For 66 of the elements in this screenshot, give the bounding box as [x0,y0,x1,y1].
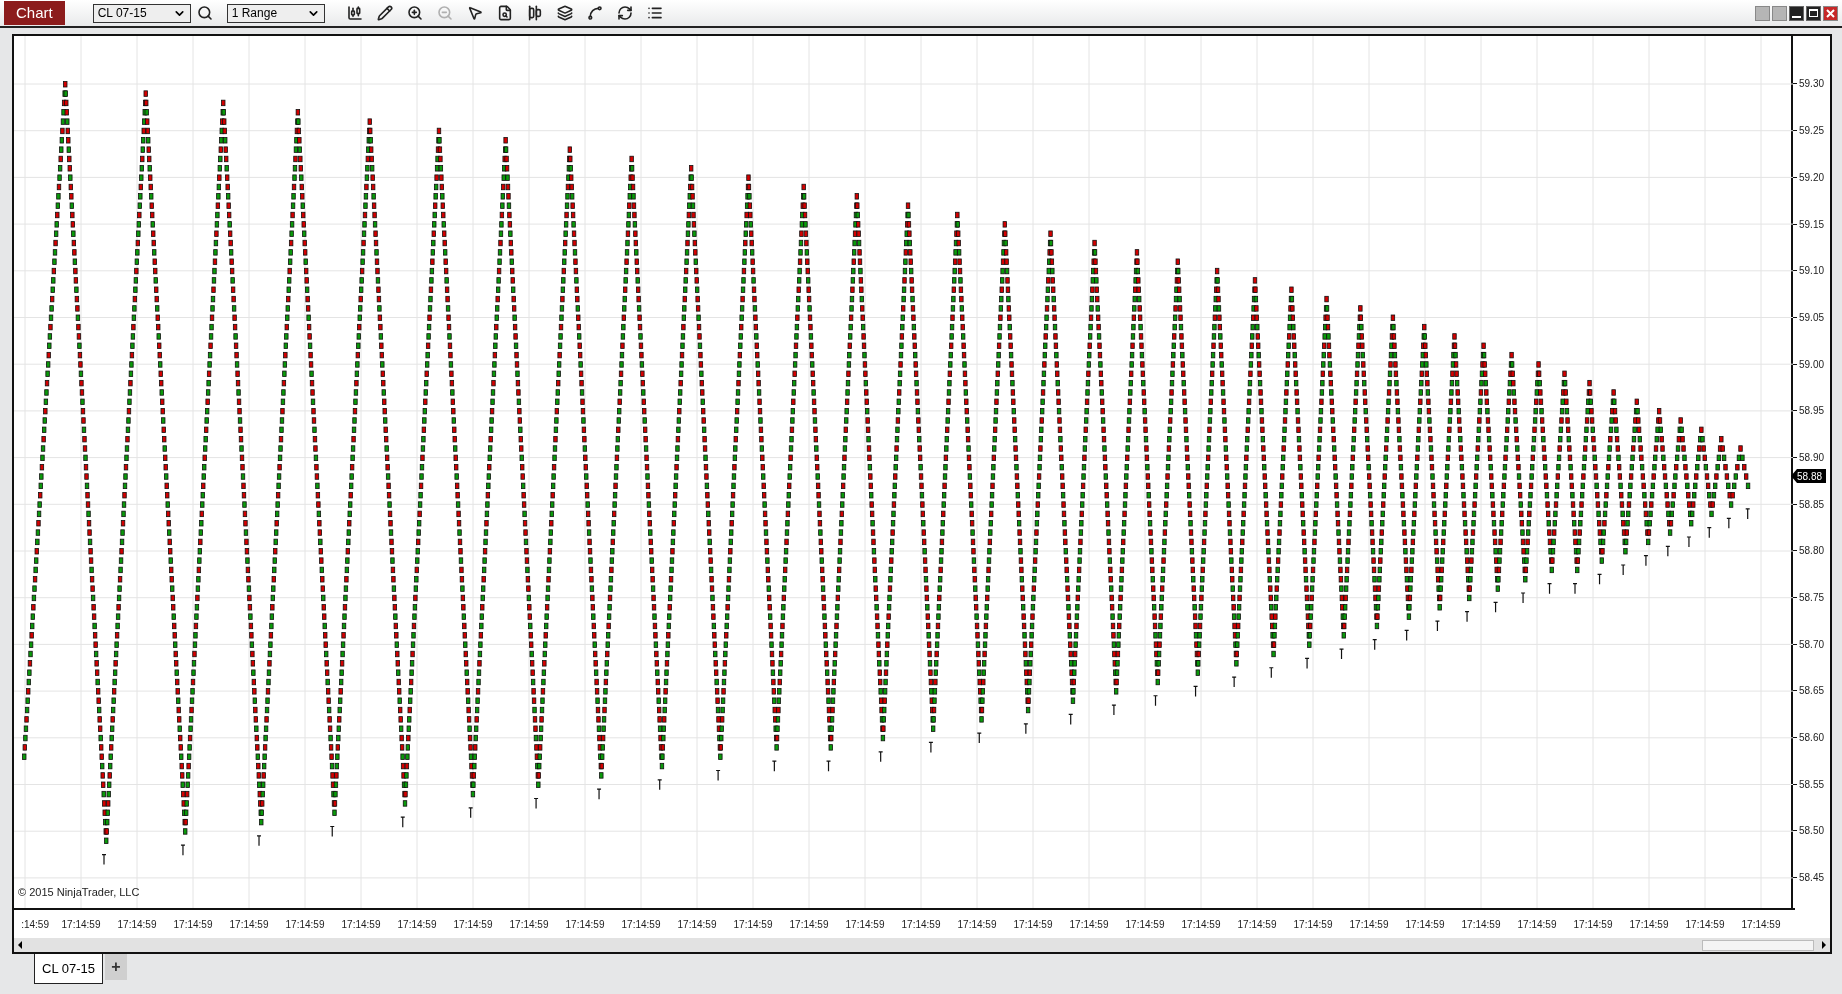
time-label: 17:14:59 [1685,917,1725,932]
time-label: 17:14:59 [1349,917,1389,932]
price-label: 59.15 [1799,217,1825,232]
price-label: 59.00 [1799,357,1825,372]
price-label: 58.75 [1799,591,1825,606]
price-label: 58.80 [1799,544,1825,559]
price-label: 58.85 [1799,497,1825,512]
price-label: 59.30 [1799,77,1825,92]
time-label: 17:14:59 [1293,917,1333,932]
time-label: :14:59 [21,917,50,932]
time-label: 17:14:59 [677,917,717,932]
time-label: 17:14:59 [1125,917,1165,932]
time-label: 17:14:59 [1069,917,1109,932]
time-label: 17:14:59 [1461,917,1501,932]
scroll-left-icon [18,941,22,949]
time-label: 17:14:59 [1573,917,1613,932]
time-label: 17:14:59 [565,917,605,932]
time-label: 17:14:59 [1181,917,1221,932]
time-label: 17:14:59 [1237,917,1277,932]
time-label: 17:14:59 [173,917,213,932]
window-button[interactable] [1755,5,1770,21]
time-label: 17:14:59 [845,917,885,932]
minimize-button[interactable] [1789,5,1804,21]
time-label: 17:14:59 [1517,917,1557,932]
price-label: 58.60 [1799,731,1825,746]
time-label: 17:14:59 [341,917,381,932]
time-label: 17:14:59 [957,917,997,932]
time-label: 17:14:59 [453,917,493,932]
price-label: 59.20 [1799,170,1825,185]
price-label: 59.05 [1799,310,1825,325]
time-label: 17:14:59 [621,917,661,932]
scroll-right-icon [1822,941,1826,949]
current-price-marker: 58.88 [1791,469,1826,483]
time-label: 17:14:59 [229,917,269,932]
close-button[interactable] [1823,5,1838,21]
horizontal-scrollbar[interactable] [14,938,1830,952]
price-label: 58.45 [1799,871,1825,886]
close-icon [1826,8,1835,18]
time-label: 17:14:59 [901,917,941,932]
chart-title: Chart [4,1,65,25]
price-label: 58.55 [1799,777,1825,792]
chart-plot[interactable]: © 2015 NinjaTrader, LLC [14,36,1793,908]
price-label: 58.95 [1799,404,1825,419]
price-label: 59.10 [1799,264,1825,279]
copyright-text: © 2015 NinjaTrader, LLC [18,884,140,900]
time-label: 17:14:59 [1013,917,1053,932]
time-label: 17:14:59 [117,917,157,932]
time-label: 17:14:59 [1741,917,1781,932]
price-label: 58.90 [1799,451,1825,465]
time-label: 17:14:59 [285,917,325,932]
time-label: 17:14:59 [509,917,549,932]
price-label: 59.25 [1799,124,1825,139]
price-label: 58.70 [1799,637,1825,652]
time-label: 17:14:59 [733,917,773,932]
instrument-dropdown[interactable]: CL 07-15 [92,3,191,23]
price-label: 58.50 [1799,824,1825,839]
time-label: 17:14:59 [789,917,829,932]
add-tab-button[interactable]: + [105,954,127,980]
chart-tab[interactable]: CL 07-15 [34,954,103,984]
time-label: 17:14:59 [1629,917,1669,932]
time-label: 17:14:59 [61,917,101,932]
price-label: 58.65 [1799,684,1825,699]
time-label: 17:14:59 [397,917,437,932]
maximize-button[interactable] [1806,5,1821,21]
interval-dropdown[interactable]: 1 Range [226,3,325,23]
time-label: 17:14:59 [1405,917,1445,932]
